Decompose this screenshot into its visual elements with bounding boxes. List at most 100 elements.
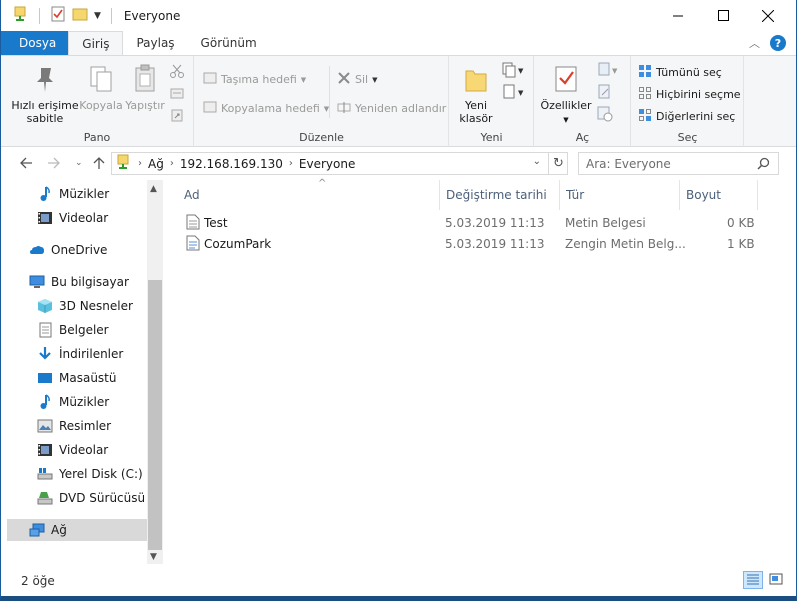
- new-item-icon[interactable]: ▼: [502, 62, 524, 81]
- sidebar-item-music-2[interactable]: Müzikler: [7, 391, 147, 413]
- video-icon: [37, 210, 53, 226]
- select-none-label: Hiçbirini seçme: [656, 88, 741, 101]
- details-view-button[interactable]: [743, 571, 763, 589]
- file-name: CozumPark: [204, 237, 272, 251]
- file-row[interactable]: CozumPark 5.03.2019 11:13 Zengin Metin B…: [178, 234, 758, 255]
- breadcrumb-separator-icon[interactable]: ›: [170, 158, 174, 169]
- properties-button[interactable]: Özellikler ▼: [539, 64, 593, 127]
- sidebar-item-label: OneDrive: [51, 243, 108, 257]
- close-button[interactable]: [745, 0, 791, 31]
- delete-button[interactable]: Sil ▼: [337, 71, 378, 88]
- move-to-label: Taşıma hedefi: [221, 73, 297, 86]
- select-all-button[interactable]: Tümünü seç: [638, 64, 722, 81]
- open-icon[interactable]: ▼: [597, 62, 619, 81]
- text-file-icon: [186, 214, 200, 233]
- sidebar-item-label: DVD Sürücüsü (D: [59, 491, 147, 505]
- cut-icon[interactable]: [170, 64, 184, 81]
- help-icon[interactable]: ?: [770, 35, 786, 51]
- edit-icon[interactable]: [597, 84, 613, 103]
- column-header-name[interactable]: Ad ^: [178, 178, 440, 210]
- column-header-date[interactable]: Değiştirme tarihi: [440, 180, 560, 210]
- tab-share[interactable]: Paylaş: [123, 31, 187, 55]
- rich-text-file-icon: [186, 235, 200, 254]
- breadcrumb-separator-icon[interactable]: ›: [138, 158, 142, 169]
- svg-text:▼: ▼: [518, 67, 524, 75]
- select-all-label: Tümünü seç: [656, 66, 722, 79]
- sidebar-item-label: Müzikler: [59, 187, 110, 201]
- move-to-icon: [203, 71, 217, 88]
- sidebar-item-pictures[interactable]: Resimler: [7, 415, 147, 437]
- paste-shortcut-icon[interactable]: [170, 108, 184, 125]
- ribbon-tabs: Dosya Giriş Paylaş Görünüm ︿ ?: [1, 31, 796, 55]
- ribbon: Hızlı erişime sabitle Kopyala Yapıştır P…: [1, 55, 796, 147]
- paste-button[interactable]: Yapıştır: [123, 64, 167, 112]
- tab-home[interactable]: Giriş: [68, 31, 124, 55]
- column-header-size[interactable]: Boyut: [680, 180, 758, 210]
- sidebar-item-downloads[interactable]: İndirilenler: [7, 343, 147, 365]
- file-size: 0 KB: [727, 216, 755, 230]
- properties-icon[interactable]: [50, 6, 66, 25]
- large-icons-view-button[interactable]: [766, 571, 786, 589]
- 3d-objects-icon: [37, 298, 53, 314]
- forward-arrow-icon[interactable]: [47, 156, 61, 174]
- breadcrumb-host[interactable]: 192.168.169.130: [180, 157, 283, 171]
- collapse-ribbon-icon[interactable]: ︿: [749, 35, 760, 51]
- search-placeholder: Ara: Everyone: [586, 156, 671, 171]
- tab-view[interactable]: Görünüm: [188, 31, 270, 55]
- new-folder-button[interactable]: Yeni klasör: [456, 64, 496, 125]
- refresh-icon[interactable]: ↻: [548, 152, 568, 175]
- file-date: 5.03.2019 11:13: [445, 237, 545, 251]
- sidebar-scrollbar[interactable]: ▲ ▼: [147, 180, 163, 564]
- column-header-type[interactable]: Tür: [560, 180, 680, 210]
- rename-button[interactable]: Yeniden adlandır: [337, 100, 446, 117]
- recent-locations-icon[interactable]: ⌄: [75, 158, 83, 168]
- invert-selection-button[interactable]: Diğerlerini seç: [638, 108, 735, 125]
- breadcrumb-share[interactable]: Everyone: [299, 157, 355, 171]
- tab-file[interactable]: Dosya: [1, 31, 69, 55]
- breadcrumb-separator-icon[interactable]: ›: [289, 158, 293, 169]
- file-type: Zengin Metin Belg...: [565, 237, 686, 251]
- select-none-button[interactable]: Hiçbirini seçme: [638, 86, 741, 103]
- item-count: 2 öğe: [21, 574, 55, 588]
- scroll-thumb[interactable]: [148, 280, 162, 550]
- scroll-down-icon[interactable]: ▼: [150, 552, 157, 562]
- back-arrow-icon[interactable]: [19, 156, 33, 174]
- address-bar[interactable]: › Ağ › 192.168.169.130 › Everyone ⌄: [111, 152, 568, 175]
- maximize-button[interactable]: [700, 0, 746, 31]
- sidebar-item-label: Resimler: [59, 419, 112, 433]
- sidebar-item-local-disk[interactable]: Yerel Disk (C:): [7, 463, 147, 485]
- easy-access-icon[interactable]: ▼: [502, 84, 524, 103]
- sidebar-item-music[interactable]: Müzikler: [7, 183, 147, 205]
- sidebar-item-desktop[interactable]: Masaüstü: [7, 367, 147, 389]
- invert-selection-icon: [638, 108, 652, 125]
- sidebar-item-videos-2[interactable]: Videolar: [7, 439, 147, 461]
- copy-path-icon[interactable]: [170, 86, 184, 103]
- address-dropdown-icon[interactable]: ⌄: [533, 156, 541, 167]
- copy-icon: [88, 64, 114, 97]
- scroll-up-icon[interactable]: ▲: [150, 184, 157, 194]
- pin-quick-access-button[interactable]: Hızlı erişime sabitle: [9, 64, 81, 125]
- sidebar-item-videos[interactable]: Videolar: [7, 207, 147, 229]
- history-icon[interactable]: [597, 106, 613, 125]
- sidebar-item-this-pc[interactable]: Bu bilgisayar: [7, 271, 147, 293]
- rename-label: Yeniden adlandır: [355, 102, 447, 115]
- qat-dropdown-icon[interactable]: ▼: [94, 11, 101, 21]
- sidebar-item-network[interactable]: Ağ: [7, 519, 147, 541]
- copy-to-button[interactable]: Kopyalama hedefi ▼: [203, 100, 329, 117]
- breadcrumb-network[interactable]: Ağ: [148, 157, 164, 171]
- dvd-drive-icon: [37, 490, 53, 506]
- search-input[interactable]: Ara: Everyone: [578, 152, 779, 175]
- minimize-button[interactable]: [655, 0, 701, 31]
- move-to-button[interactable]: Taşıma hedefi ▼: [203, 71, 306, 88]
- sidebar-item-dvd-drive[interactable]: DVD Sürücüsü (D: [7, 487, 147, 509]
- sidebar-item-onedrive[interactable]: OneDrive: [7, 239, 147, 261]
- sidebar-item-documents[interactable]: Belgeler: [7, 319, 147, 341]
- new-folder-icon[interactable]: [72, 6, 88, 25]
- sidebar-item-3d-objects[interactable]: 3D Nesneler: [7, 295, 147, 317]
- sidebar-item-label: Videolar: [59, 443, 109, 457]
- open-group-label: Aç: [575, 131, 590, 144]
- up-arrow-icon[interactable]: [92, 156, 106, 174]
- copy-button[interactable]: Kopyala: [79, 64, 123, 112]
- network-icon: [29, 522, 45, 538]
- file-row[interactable]: Test 5.03.2019 11:13 Metin Belgesi 0 KB: [178, 213, 758, 234]
